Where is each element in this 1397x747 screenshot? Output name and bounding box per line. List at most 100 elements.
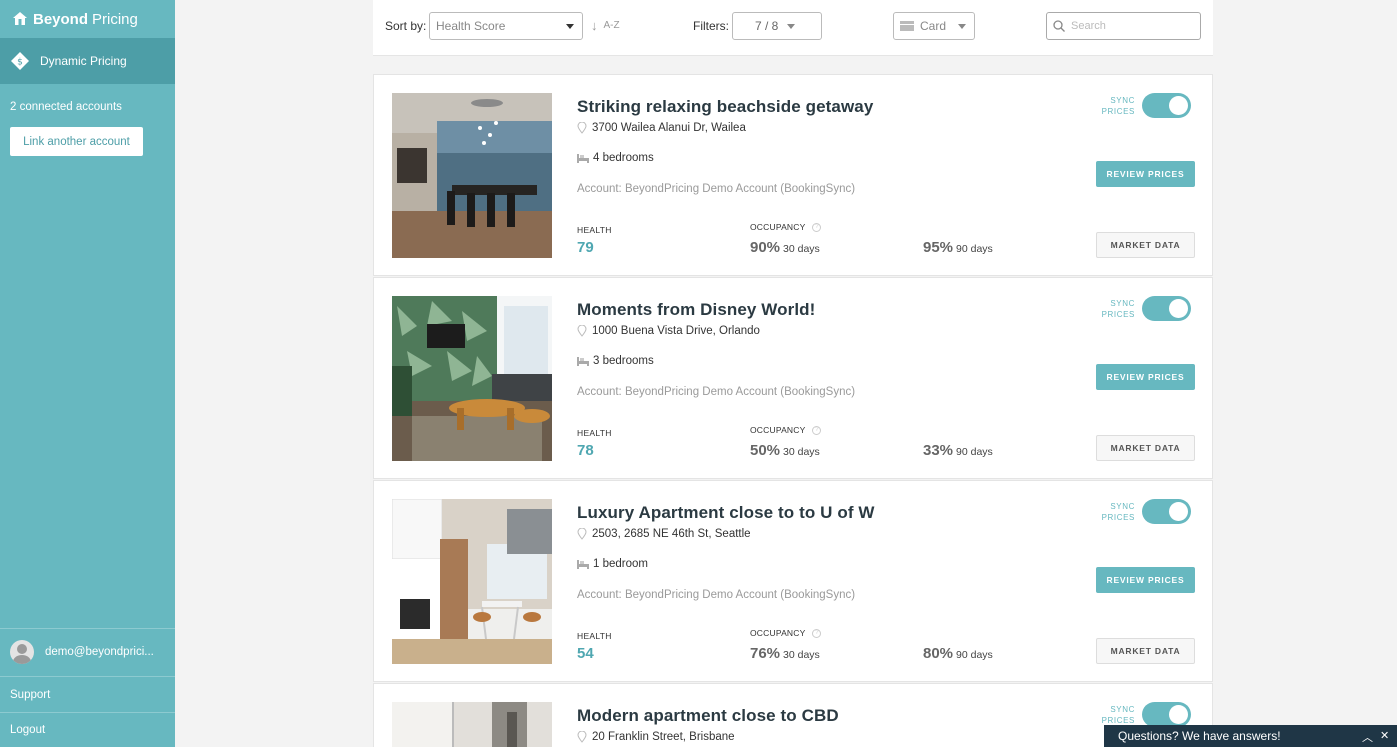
link-account-button[interactable]: Link another account <box>10 127 143 156</box>
user-menu[interactable]: demo@beyondprici... <box>0 628 175 675</box>
sync-label-line1: SYNC <box>1110 299 1135 308</box>
occupancy-90-unit: 90 days <box>956 446 993 458</box>
support-link[interactable]: Support <box>0 676 175 712</box>
listing-address-text: 3700 Wailea Alanui Dr, Wailea <box>592 122 746 134</box>
listing-photo[interactable] <box>392 296 552 461</box>
bedrooms-text: 3 bedrooms <box>593 355 654 367</box>
brand-logo[interactable]: Beyond Pricing <box>0 0 175 38</box>
sync-label-line1: SYNC <box>1110 96 1135 105</box>
listing-title[interactable]: Modern apartment close to CBD <box>577 706 839 726</box>
sync-prices-label: SYNC PRICES <box>1095 501 1135 523</box>
listing-address: 2503, 2685 NE 46th St, Seattle <box>577 528 751 540</box>
review-prices-button[interactable]: REVIEW PRICES <box>1096 161 1195 187</box>
listing-bedrooms: 1 bedroom <box>577 558 648 570</box>
house-logo-icon <box>13 12 27 25</box>
location-pin-icon <box>577 122 587 134</box>
sync-prices-label: SYNC PRICES <box>1095 95 1135 117</box>
occupancy-30-days: 50% 30 days <box>750 442 820 459</box>
filters-select[interactable]: 7 / 8 <box>732 12 822 40</box>
chevron-down-icon <box>566 24 574 29</box>
listing-photo[interactable] <box>392 93 552 258</box>
occupancy-label-text: OCCUPANCY <box>750 425 806 435</box>
sort-value: Health Score <box>436 19 506 33</box>
connected-accounts-text: 2 connected accounts <box>10 101 122 113</box>
market-data-button[interactable]: MARKET DATA <box>1096 232 1195 258</box>
occupancy-90-unit: 90 days <box>956 649 993 661</box>
occupancy-30-value: 76% <box>750 645 781 662</box>
search-placeholder: Search <box>1071 20 1106 32</box>
chat-widget[interactable]: Questions? We have answers! ︿ ✕ <box>1104 725 1397 747</box>
sort-select[interactable]: Health Score <box>429 12 583 40</box>
sync-prices-toggle[interactable] <box>1142 296 1191 321</box>
listing-title[interactable]: Luxury Apartment close to to U of W <box>577 503 875 523</box>
chevron-up-icon[interactable]: ︿ <box>1362 729 1373 745</box>
occupancy-30-value: 50% <box>750 442 781 459</box>
listing-card: Striking relaxing beachside getaway 3700… <box>373 74 1213 276</box>
bed-icon <box>577 154 589 163</box>
occupancy-90-value: 80% <box>923 645 954 662</box>
sort-direction-toggle[interactable]: ↓ A-Z <box>591 18 620 33</box>
sync-prices-toggle[interactable] <box>1142 93 1191 118</box>
market-data-button[interactable]: MARKET DATA <box>1096 435 1195 461</box>
occupancy-90-unit: 90 days <box>956 243 993 255</box>
brand-name-bold: Beyond <box>33 10 89 28</box>
close-icon[interactable]: ✕ <box>1380 729 1389 742</box>
listing-account: Account: BeyondPricing Demo Account (Boo… <box>577 183 856 195</box>
occupancy-30-unit: 30 days <box>783 446 820 458</box>
review-prices-button[interactable]: REVIEW PRICES <box>1096 567 1195 593</box>
sidebar-item-label: Dynamic Pricing <box>40 54 127 68</box>
filters-label: Filters: <box>693 19 729 33</box>
help-icon[interactable]: ? <box>812 222 822 232</box>
search-icon <box>1053 20 1065 32</box>
chat-prompt: Questions? We have answers! <box>1118 729 1281 743</box>
occupancy-label: OCCUPANCY ? <box>750 628 822 638</box>
listing-photo[interactable] <box>392 499 552 664</box>
card-view-icon <box>900 21 914 31</box>
listing-photo[interactable] <box>392 702 552 747</box>
help-icon[interactable]: ? <box>812 425 822 435</box>
market-data-button[interactable]: MARKET DATA <box>1096 638 1195 664</box>
health-score: 54 <box>577 645 594 662</box>
sidebar-item-dynamic-pricing[interactable]: $ Dynamic Pricing <box>0 38 175 84</box>
view-select[interactable]: Card <box>893 12 975 40</box>
bedrooms-text: 1 bedroom <box>593 558 648 570</box>
bedrooms-text: 4 bedrooms <box>593 152 654 164</box>
listing-address-text: 1000 Buena Vista Drive, Orlando <box>592 325 760 337</box>
sort-direction-label: A-Z <box>603 20 620 31</box>
sync-prices-label: SYNC PRICES <box>1095 298 1135 320</box>
sync-label-line1: SYNC <box>1110 502 1135 511</box>
avatar <box>10 640 34 664</box>
sync-prices-toggle[interactable] <box>1142 702 1191 727</box>
occupancy-label: OCCUPANCY ? <box>750 222 822 232</box>
listing-address-text: 20 Franklin Street, Brisbane <box>592 731 735 743</box>
bed-icon <box>577 560 589 569</box>
sync-label-line2: PRICES <box>1101 513 1135 522</box>
review-prices-button[interactable]: REVIEW PRICES <box>1096 364 1195 390</box>
listing-account: Account: BeyondPricing Demo Account (Boo… <box>577 589 856 601</box>
listing-bedrooms: 3 bedrooms <box>577 355 654 367</box>
logout-link[interactable]: Logout <box>0 712 175 747</box>
sync-prices-toggle[interactable] <box>1142 499 1191 524</box>
health-label: HEALTH <box>577 428 612 438</box>
occupancy-30-days: 76% 30 days <box>750 645 820 662</box>
listing-title[interactable]: Striking relaxing beachside getaway <box>577 97 873 117</box>
listing-card: Moments from Disney World! 1000 Buena Vi… <box>373 277 1213 479</box>
listing-title[interactable]: Moments from Disney World! <box>577 300 815 320</box>
listing-card: Modern apartment close to CBD 20 Frankli… <box>373 683 1213 747</box>
listing-address-text: 2503, 2685 NE 46th St, Seattle <box>592 528 751 540</box>
occupancy-label: OCCUPANCY ? <box>750 425 822 435</box>
occupancy-30-value: 90% <box>750 239 781 256</box>
help-icon[interactable]: ? <box>812 628 822 638</box>
occupancy-90-days: 80% 90 days <box>923 645 993 662</box>
chevron-down-icon <box>787 24 795 29</box>
search-input[interactable]: Search <box>1046 12 1201 40</box>
listing-account: Account: BeyondPricing Demo Account (Boo… <box>577 386 856 398</box>
pricing-diamond-icon: $ <box>11 52 29 70</box>
health-score: 79 <box>577 239 594 256</box>
svg-text:$: $ <box>17 58 23 68</box>
health-label: HEALTH <box>577 225 612 235</box>
occupancy-90-days: 33% 90 days <box>923 442 993 459</box>
location-pin-icon <box>577 731 587 743</box>
listing-card: Luxury Apartment close to to U of W 2503… <box>373 480 1213 682</box>
occupancy-30-unit: 30 days <box>783 649 820 661</box>
